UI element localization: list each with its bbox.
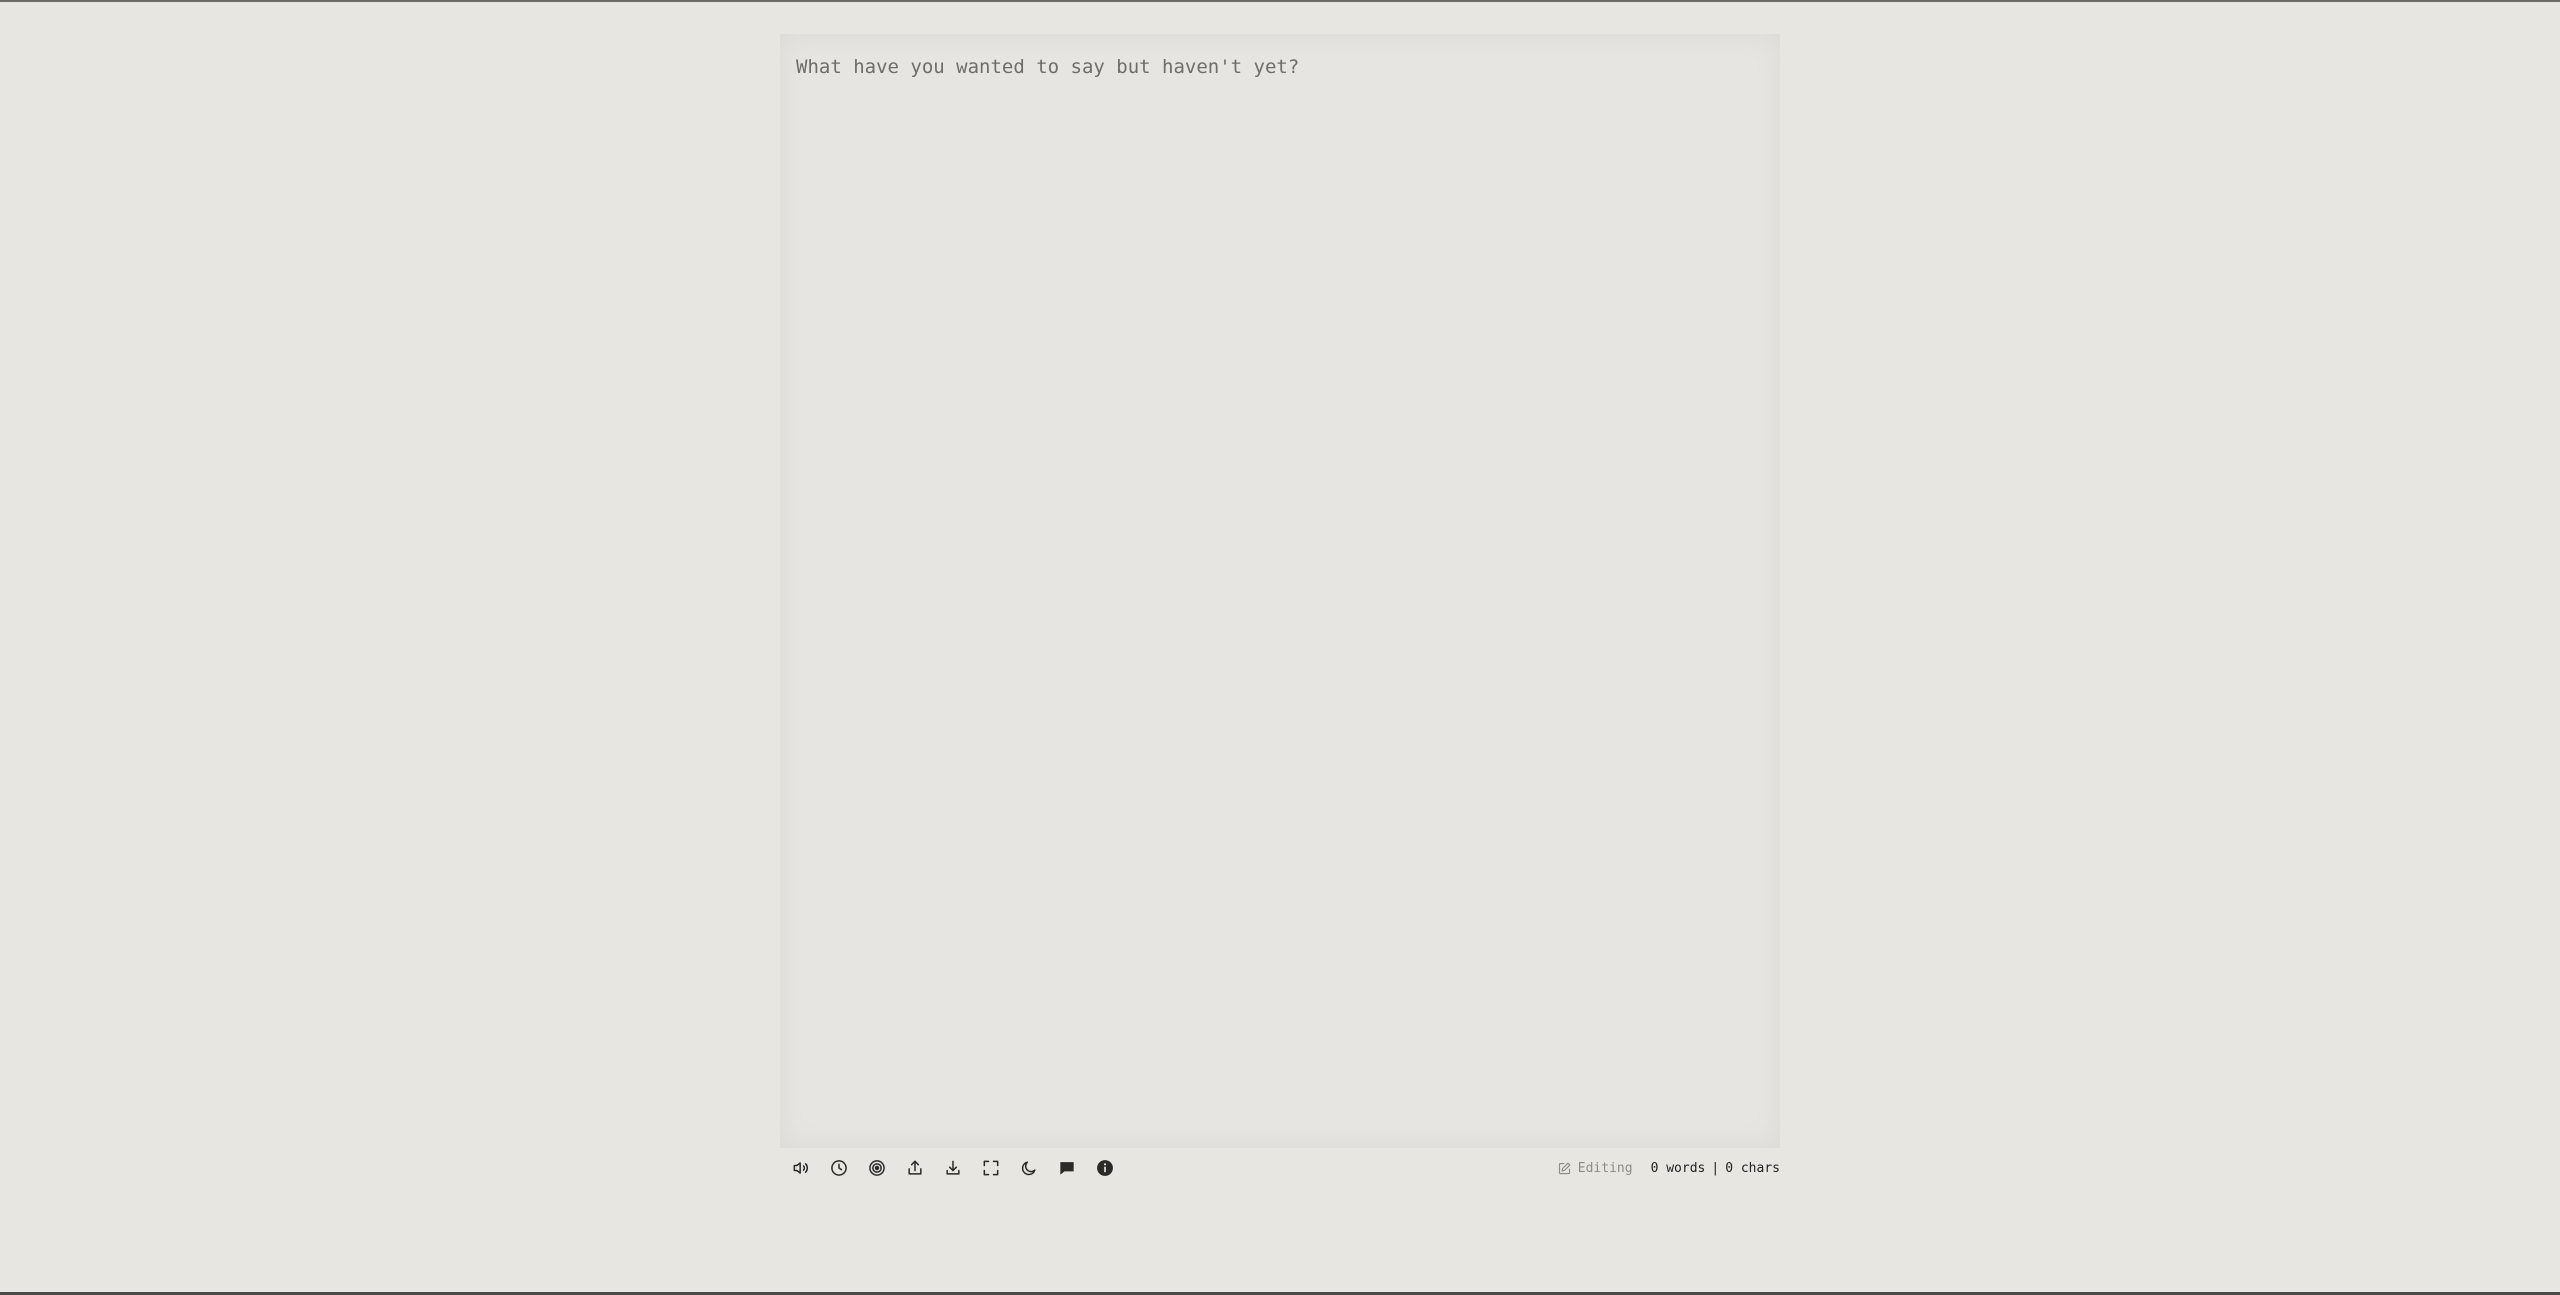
bottom-toolbar: Editing 0 words | 0 chars — [780, 1152, 1780, 1184]
status-bar: Editing 0 words | 0 chars — [1557, 1161, 1780, 1176]
editing-indicator: Editing — [1557, 1161, 1633, 1176]
dark-mode-icon — [1021, 1161, 1036, 1176]
dark-mode-button[interactable] — [1014, 1153, 1044, 1183]
sound-button[interactable] — [786, 1153, 816, 1183]
sound-icon — [793, 1162, 809, 1174]
pencil-square-icon — [1558, 1162, 1571, 1174]
chat-icon — [1060, 1162, 1074, 1175]
upload-icon — [908, 1160, 922, 1175]
download-icon — [946, 1160, 960, 1175]
word-count: 0 words — [1650, 1160, 1706, 1176]
editor-textarea[interactable] — [780, 34, 1780, 1148]
editing-label: Editing — [1577, 1160, 1633, 1176]
timer-icon — [831, 1160, 847, 1176]
target-button[interactable] — [862, 1153, 892, 1183]
target-icon — [869, 1160, 885, 1176]
fullscreen-icon — [983, 1160, 999, 1176]
char-count: 0 chars — [1725, 1160, 1780, 1176]
download-button[interactable] — [938, 1153, 968, 1183]
word-char-count: 0 words | 0 chars — [1651, 1161, 1780, 1176]
info-button[interactable] — [1090, 1153, 1120, 1183]
info-icon — [1097, 1160, 1113, 1176]
chat-button[interactable] — [1052, 1153, 1082, 1183]
fullscreen-button[interactable] — [976, 1153, 1006, 1183]
count-separator: | — [1711, 1160, 1720, 1176]
writing-area — [780, 34, 1780, 1148]
tool-buttons — [780, 1153, 1120, 1183]
upload-button[interactable] — [900, 1153, 930, 1183]
app-window: Editing 0 words | 0 chars — [0, 0, 2560, 1295]
timer-button[interactable] — [824, 1153, 854, 1183]
